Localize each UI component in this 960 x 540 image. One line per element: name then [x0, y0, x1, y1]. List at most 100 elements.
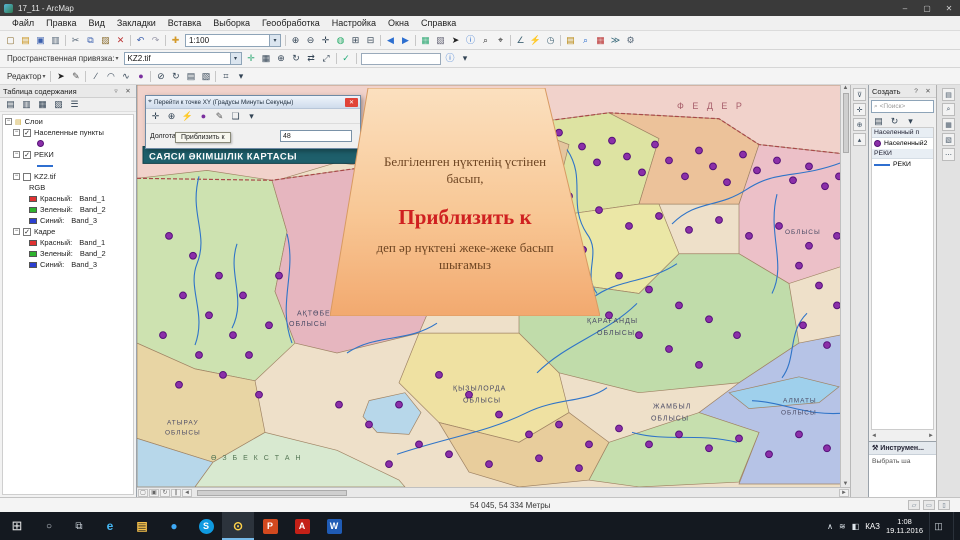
taskbar-file-explorer-button[interactable]: ▤ [126, 512, 158, 540]
settlement-point[interactable] [695, 146, 703, 155]
layer-checkbox[interactable]: ✓ [23, 128, 31, 137]
settlement-point[interactable] [645, 285, 653, 294]
start-button[interactable]: ⊞ [0, 512, 34, 540]
menu-item-7[interactable]: Геообработка [256, 18, 326, 28]
view-link-table-icon[interactable]: ▦ [259, 52, 274, 66]
georeferencing-menu[interactable]: Пространственная привязка: [3, 54, 116, 63]
panel-scroll-left[interactable]: ◄ [871, 433, 877, 439]
settlement-point[interactable] [175, 380, 183, 389]
fixed-zoom-out-icon[interactable]: ⊟ [363, 33, 378, 47]
delete-icon[interactable]: ✕ [113, 33, 128, 47]
scroll-up-icon[interactable]: ▴ [853, 133, 866, 146]
pan-icon[interactable]: ✛ [318, 33, 333, 47]
settlement-point[interactable] [665, 156, 673, 165]
menu-item-4[interactable]: Закладки [111, 18, 162, 28]
zoom-out-icon[interactable]: ⊖ [303, 33, 318, 47]
catalog-icon[interactable]: ▤ [563, 33, 578, 47]
settlement-point[interactable] [645, 440, 653, 449]
settlement-point[interactable] [665, 345, 673, 353]
settlement-point[interactable] [795, 430, 803, 439]
maximize-button[interactable]: ▢ [916, 0, 938, 16]
taskbar-acrobat-button[interactable]: A [286, 512, 318, 540]
settlement-point[interactable] [709, 162, 717, 171]
copy-icon[interactable]: ⧉ [83, 33, 98, 47]
pause-drawing-icon[interactable]: ∥ [171, 488, 181, 497]
snapping-status-icon[interactable]: ▭ [923, 500, 935, 510]
settlement-point[interactable] [723, 178, 731, 187]
settlement-point[interactable] [555, 420, 563, 429]
find-icon[interactable]: ⌕ [478, 33, 493, 47]
panel-scroll-right[interactable]: ► [928, 433, 934, 439]
settlement-point[interactable] [823, 341, 831, 349]
settlement-point[interactable] [685, 226, 693, 234]
pin-icon[interactable]: ▿ [111, 87, 121, 95]
help-icon[interactable]: ? [911, 88, 921, 95]
settlement-point[interactable] [705, 444, 713, 453]
settlement-point[interactable] [195, 351, 203, 359]
settlement-point[interactable] [615, 271, 623, 280]
scroll-down-arrow[interactable]: ▼ [843, 481, 849, 487]
settlement-point[interactable] [275, 271, 283, 280]
collapse-icon[interactable]: − [5, 118, 12, 125]
point-symbol[interactable] [37, 140, 44, 147]
template-search-box[interactable]: ⌕ <Поиск> [871, 100, 934, 113]
auto-hide-pin-icon[interactable]: ⊽ [853, 88, 866, 101]
search-icon[interactable]: ⌕ [578, 33, 593, 47]
fixed-zoom-in-icon[interactable]: ⊞ [348, 33, 363, 47]
settlement-point[interactable] [635, 331, 643, 340]
tray-chevron-icon[interactable]: ∧ [827, 522, 833, 531]
open-folder-icon[interactable]: ▤ [18, 33, 33, 47]
minimize-button[interactable]: – [894, 0, 916, 16]
settlement-point[interactable] [485, 460, 493, 469]
settlement-point[interactable] [365, 420, 373, 429]
clock[interactable]: 1:08 19.11.2016 [886, 517, 923, 536]
settlement-point[interactable] [638, 168, 646, 177]
settlement-point[interactable] [265, 321, 273, 330]
settlement-point[interactable] [715, 216, 723, 224]
time-slider-icon[interactable]: ◷ [543, 33, 558, 47]
hyperlink-icon[interactable]: ⚡ [528, 33, 543, 47]
list-by-source-icon[interactable]: ▥ [19, 98, 34, 112]
identify-icon[interactable]: ⓘ [463, 33, 478, 47]
settlement-point[interactable] [165, 232, 173, 240]
settlement-point[interactable] [695, 361, 703, 369]
scroll-up-arrow[interactable]: ▲ [843, 85, 849, 91]
map-view[interactable]: САЯСИ ӘКІМШІЛІК КАРТАСЫР Е С Е ЙФ Е Д Е … [137, 85, 850, 487]
redo-icon[interactable]: ↷ [148, 33, 163, 47]
create-panel-scrollbar[interactable]: ◄ ► [869, 431, 936, 441]
split-tool-icon[interactable]: ⊘ [153, 69, 168, 83]
python-icon[interactable]: ≫ [608, 33, 623, 47]
settlement-point[interactable] [219, 370, 227, 379]
back-extent-icon[interactable]: ◀ [383, 33, 398, 47]
settlement-point[interactable] [215, 271, 223, 280]
settlement-point[interactable] [255, 390, 263, 399]
vertical-scroll-thumb[interactable] [842, 93, 849, 153]
create-features-icon[interactable]: ✎ [68, 69, 83, 83]
go-to-xy-icon[interactable]: ⌖ [493, 33, 508, 47]
georef-info-icon[interactable]: ⓘ [443, 52, 458, 66]
pan-strip-icon[interactable]: ✛ [853, 103, 866, 116]
collapse-icon[interactable]: − [13, 228, 20, 235]
auto-adjust-icon[interactable]: ✓ [339, 52, 354, 66]
settlement-point[interactable] [773, 156, 781, 165]
settlement-point[interactable] [805, 241, 813, 250]
pan-to-location-icon[interactable]: ✛ [148, 109, 163, 123]
add-data-icon[interactable]: ✚ [168, 33, 183, 47]
point-tool-icon[interactable]: ● [133, 69, 148, 83]
settlement-point[interactable] [623, 152, 631, 161]
settlement-point[interactable] [823, 444, 831, 453]
arc-segment-icon[interactable]: ◠ [103, 69, 118, 83]
settlement-point[interactable] [465, 390, 473, 399]
georef-more-icon[interactable]: ▾ [458, 52, 473, 66]
tools-panel-item[interactable]: Выбрать ша [872, 458, 911, 465]
units-status-icon[interactable]: ▯ [938, 500, 950, 510]
settlement-point[interactable] [605, 311, 613, 320]
new-document-icon[interactable]: ▢ [3, 33, 18, 47]
add-labeled-point-icon[interactable]: ✎ [212, 109, 227, 123]
taskbar-skype-button[interactable]: S [190, 512, 222, 540]
close-button[interactable]: ✕ [938, 0, 960, 16]
line-symbol[interactable] [37, 164, 53, 167]
horizontal-scrollbar[interactable]: ▢ ▣ ↻ ∥ ◄ ► [137, 487, 850, 497]
templates-more-icon[interactable]: ▾ [903, 114, 918, 128]
settlement-point[interactable] [821, 182, 829, 191]
